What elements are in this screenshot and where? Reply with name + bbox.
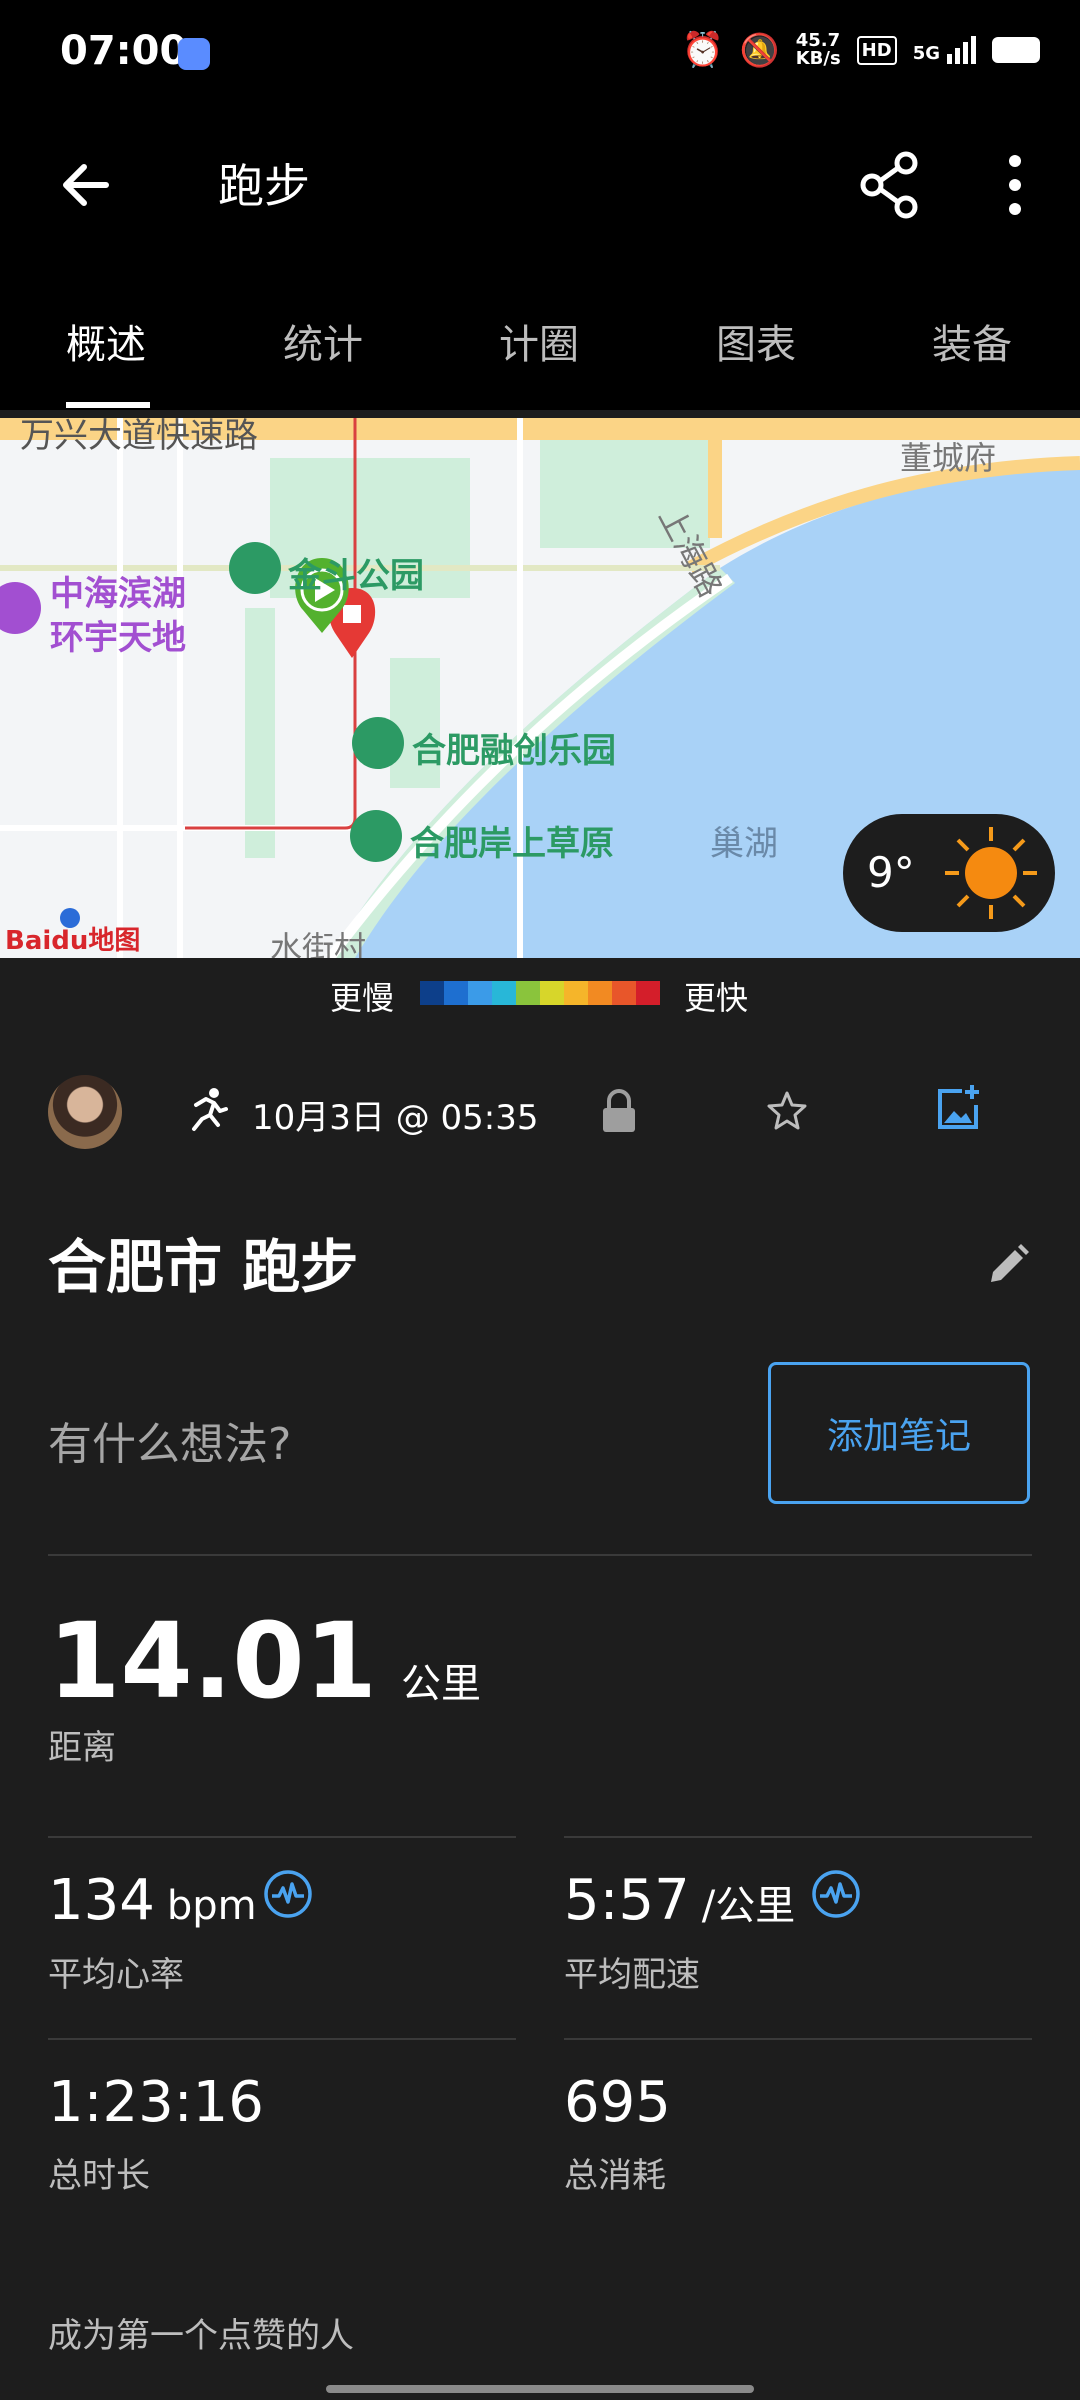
- alarm-icon: ⏰: [681, 30, 724, 70]
- home-indicator: [326, 2385, 754, 2393]
- hd-icon: HD: [856, 35, 897, 65]
- lock-icon: [603, 1089, 635, 1132]
- pace-chart-button[interactable]: [810, 1868, 862, 1920]
- kudos-prompt[interactable]: 成为第一个点赞的人: [48, 2308, 354, 2357]
- map-poi-label: 合肥岸上草原: [410, 824, 614, 864]
- arrow-left-icon: [63, 164, 109, 206]
- add-note-button[interactable]: 添加笔记: [768, 1362, 1030, 1504]
- map-poi-label: 中海滨湖: [50, 574, 186, 614]
- avatar[interactable]: [48, 1075, 122, 1149]
- distance-value-row: 14.01 公里: [48, 1600, 481, 1722]
- status-time: 07:00: [60, 28, 188, 74]
- tab-stats[interactable]: 统计: [283, 312, 363, 370]
- status-icons: ⏰ 🔕 45.7 KB/s HD 5G: [682, 30, 1040, 70]
- divider: [48, 1836, 516, 1838]
- add-photo-button[interactable]: [932, 1083, 984, 1135]
- add-photo-icon: [938, 1085, 979, 1129]
- mute-icon: 🔕: [739, 31, 780, 69]
- weather-badge: 9°: [843, 814, 1055, 932]
- distance-value: 14.01: [48, 1600, 377, 1722]
- note-input[interactable]: 有什么想法?: [48, 1408, 291, 1472]
- distance-label: 距离: [48, 1728, 116, 1768]
- map-poi-label: 水街村: [270, 929, 367, 958]
- favorite-button[interactable]: [764, 1088, 810, 1134]
- pace-value-row: 5:57 /公里: [564, 1868, 795, 1933]
- pace-unit: /公里: [701, 1883, 796, 1929]
- map-road-label: 万兴大道快速路: [20, 418, 258, 456]
- tab-gear[interactable]: 装备: [932, 312, 1012, 370]
- tab-charts[interactable]: 图表: [716, 312, 796, 370]
- pencil-icon: [991, 1244, 1029, 1282]
- activity-title: 合肥市 跑步: [48, 1233, 359, 1301]
- calories-value: 695: [564, 2070, 671, 2135]
- divider: [48, 2038, 516, 2040]
- duration-value: 1:23:16: [48, 2070, 264, 2135]
- route-map[interactable]: 万兴大道快速路 董城府 上海路 中海滨湖 环宇天地 金斗公园 合肥融创乐园 合肥…: [0, 418, 1080, 958]
- map-poi-label: 环宇天地: [50, 618, 186, 658]
- pace-label: 平均配速: [564, 1955, 700, 1995]
- divider: [564, 1836, 1032, 1838]
- tab-indicator: [66, 402, 150, 408]
- app-notification-icon: [178, 38, 210, 70]
- tab-overview[interactable]: 概述: [66, 312, 146, 370]
- signal-icon: 5G: [913, 36, 976, 64]
- star-icon: [767, 1091, 807, 1130]
- back-button[interactable]: [50, 150, 120, 220]
- heart-rate-chart-button[interactable]: [262, 1868, 314, 1920]
- activity-date: 10月3日 @ 05:35: [252, 1098, 539, 1138]
- distance-unit: 公里: [400, 1661, 481, 1707]
- net-speed: 45.7 KB/s: [795, 30, 841, 69]
- map-poi-label: 巢湖: [710, 824, 778, 864]
- sun-icon: [945, 827, 1037, 919]
- add-note-label: 添加笔记: [826, 1416, 971, 1457]
- legend-fast-label: 更快: [684, 979, 749, 1017]
- pace-value: 5:57: [564, 1868, 690, 1933]
- legend-slow-label: 更慢: [330, 979, 395, 1017]
- tab-laps[interactable]: 计圈: [499, 312, 579, 370]
- map-road-label: 董城府: [900, 439, 997, 477]
- duration-label: 总时长: [48, 2156, 150, 2196]
- heart-rate-unit: bpm: [166, 1883, 257, 1929]
- privacy-lock-button[interactable]: [598, 1088, 640, 1134]
- running-icon: [182, 1085, 232, 1135]
- activity-pulse-icon: [812, 1870, 860, 1918]
- divider: [564, 2038, 1032, 2040]
- map-poi-label: 合肥融创乐园: [412, 731, 616, 771]
- weather-temperature: 9°: [867, 848, 915, 897]
- map-provider-logo: Baidu地图: [5, 926, 141, 956]
- legend-gradient: [420, 981, 660, 1005]
- share-button[interactable]: [850, 145, 930, 225]
- heart-rate-value: 134: [48, 1868, 155, 1933]
- heart-rate-label: 平均心率: [48, 1955, 184, 1995]
- page-title: 跑步: [218, 159, 310, 213]
- calories-label: 总消耗: [564, 2156, 666, 2196]
- share-icon: [860, 151, 918, 219]
- more-options-button[interactable]: [995, 145, 1035, 225]
- activity-pulse-icon: [264, 1870, 312, 1918]
- battery-icon: [992, 37, 1040, 63]
- map-poi-label: 金斗公园: [288, 556, 424, 596]
- more-vertical-icon: [1009, 155, 1021, 215]
- divider: [48, 1554, 1032, 1556]
- heart-rate-value-row: 134 bpm: [48, 1868, 257, 1933]
- edit-button[interactable]: [983, 1240, 1033, 1290]
